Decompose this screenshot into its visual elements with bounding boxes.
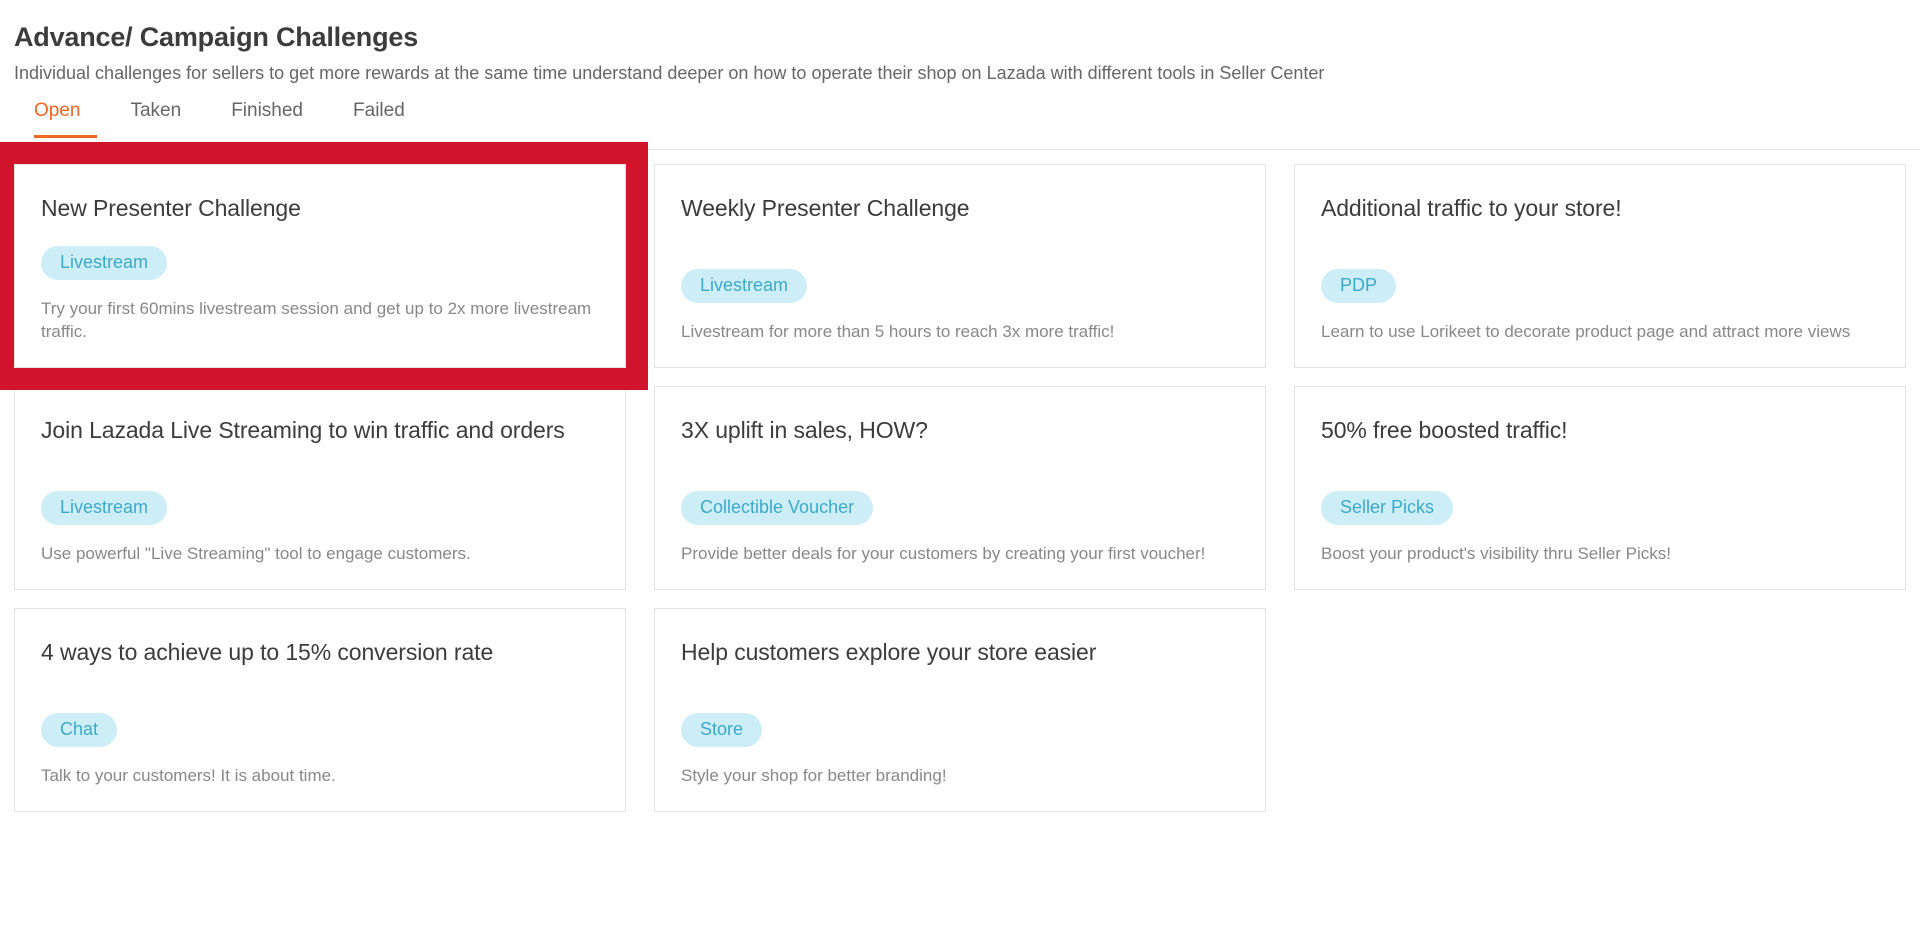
challenge-card-description: Style your shop for better branding! xyxy=(681,765,947,785)
grid-filler xyxy=(1294,608,1906,812)
challenge-card-title: 50% free boosted traffic! xyxy=(1321,417,1568,444)
challenge-category-badge: Livestream xyxy=(41,491,168,525)
challenge-card[interactable]: Weekly Presenter Challenge Livestream Live… xyxy=(654,164,1266,369)
challenge-card-badge-row: Chat xyxy=(41,707,599,747)
campaign-challenges-page: Advance/ Campaign Challenges Individual … xyxy=(0,0,1920,943)
challenge-card[interactable]: Join Lazada Live Streaming to win traffi… xyxy=(14,386,626,591)
challenge-card-description: Use powerful "Live Streaming" tool to en… xyxy=(41,543,471,563)
challenge-card-grid: New Presenter Challenge Livestream Try you… xyxy=(0,164,1920,813)
tabs-divider xyxy=(0,149,1920,151)
challenge-card-description: Talk to your customers! It is about time… xyxy=(41,765,336,785)
page-subtitle: Individual challenges for sellers to get… xyxy=(14,63,1325,84)
challenge-card[interactable]: New Presenter Challenge Livestream Try you… xyxy=(14,164,626,369)
challenge-card-title: Additional traffic to your store! xyxy=(1321,195,1622,222)
tab-failed[interactable]: Failed xyxy=(328,101,430,138)
challenge-card-badge-row: Seller Picks xyxy=(1321,477,1879,525)
tab-list: Open Taken Finished Failed xyxy=(0,101,1920,139)
challenge-card-badge-row: Store xyxy=(681,707,1239,747)
challenge-card[interactable]: 3X uplift in sales, HOW? Collectible Vouc… xyxy=(654,386,1266,591)
challenge-card-badge-row: Livestream xyxy=(41,485,599,525)
page-header: Advance/ Campaign Challenges Individual … xyxy=(0,0,1920,85)
tabs-bar: Open Taken Finished Failed xyxy=(0,101,1920,151)
challenge-card-description: Try your first 60mins livestream session… xyxy=(41,298,592,341)
challenge-card[interactable]: 50% free boosted traffic! Seller Picks Boo… xyxy=(1294,386,1906,591)
challenge-card-badge-row: Livestream xyxy=(681,255,1239,303)
challenge-category-badge: Chat xyxy=(41,713,118,747)
challenge-card-title: New Presenter Challenge xyxy=(41,195,301,222)
challenge-card-badge-row: Livestream xyxy=(41,232,599,280)
challenge-card[interactable]: 4 ways to achieve up to 15% conversion r… xyxy=(14,608,626,813)
challenge-category-badge: Seller Picks xyxy=(1321,491,1454,525)
challenge-card-badge-row: PDP xyxy=(1321,263,1879,303)
challenge-card[interactable]: Help customers explore your store easier… xyxy=(654,608,1266,813)
challenge-card-title: Weekly Presenter Challenge xyxy=(681,195,970,222)
tab-open[interactable]: Open xyxy=(14,101,105,139)
challenge-card-description: Livestream for more than 5 hours to reac… xyxy=(681,321,1115,341)
challenge-card-title: 3X uplift in sales, HOW? xyxy=(681,417,928,444)
challenge-category-badge: Livestream xyxy=(41,245,168,280)
page-title: Advance/ Campaign Challenges xyxy=(14,22,419,52)
challenge-card-description: Provide better deals for your customers … xyxy=(681,543,1206,563)
challenge-card-description: Boost your product's visibility thru Sel… xyxy=(1321,543,1671,563)
challenge-card-description: Learn to use Lorikeet to decorate produc… xyxy=(1321,321,1851,341)
challenge-card[interactable]: Additional traffic to your store! PDP Lear… xyxy=(1294,164,1906,369)
challenge-card-title: 4 ways to achieve up to 15% conversion r… xyxy=(41,639,494,666)
challenge-category-badge: Store xyxy=(681,713,763,747)
challenge-category-badge: Collectible Voucher xyxy=(681,491,874,525)
challenge-card-title: Join Lazada Live Streaming to win traffi… xyxy=(41,417,565,444)
tab-finished[interactable]: Finished xyxy=(206,101,328,138)
challenge-category-badge: PDP xyxy=(1321,269,1397,303)
challenge-card-title: Help customers explore your store easier xyxy=(681,639,1097,666)
challenge-category-badge: Livestream xyxy=(681,269,808,303)
tab-taken[interactable]: Taken xyxy=(105,101,206,138)
challenge-card-badge-row: Collectible Voucher xyxy=(681,477,1239,525)
